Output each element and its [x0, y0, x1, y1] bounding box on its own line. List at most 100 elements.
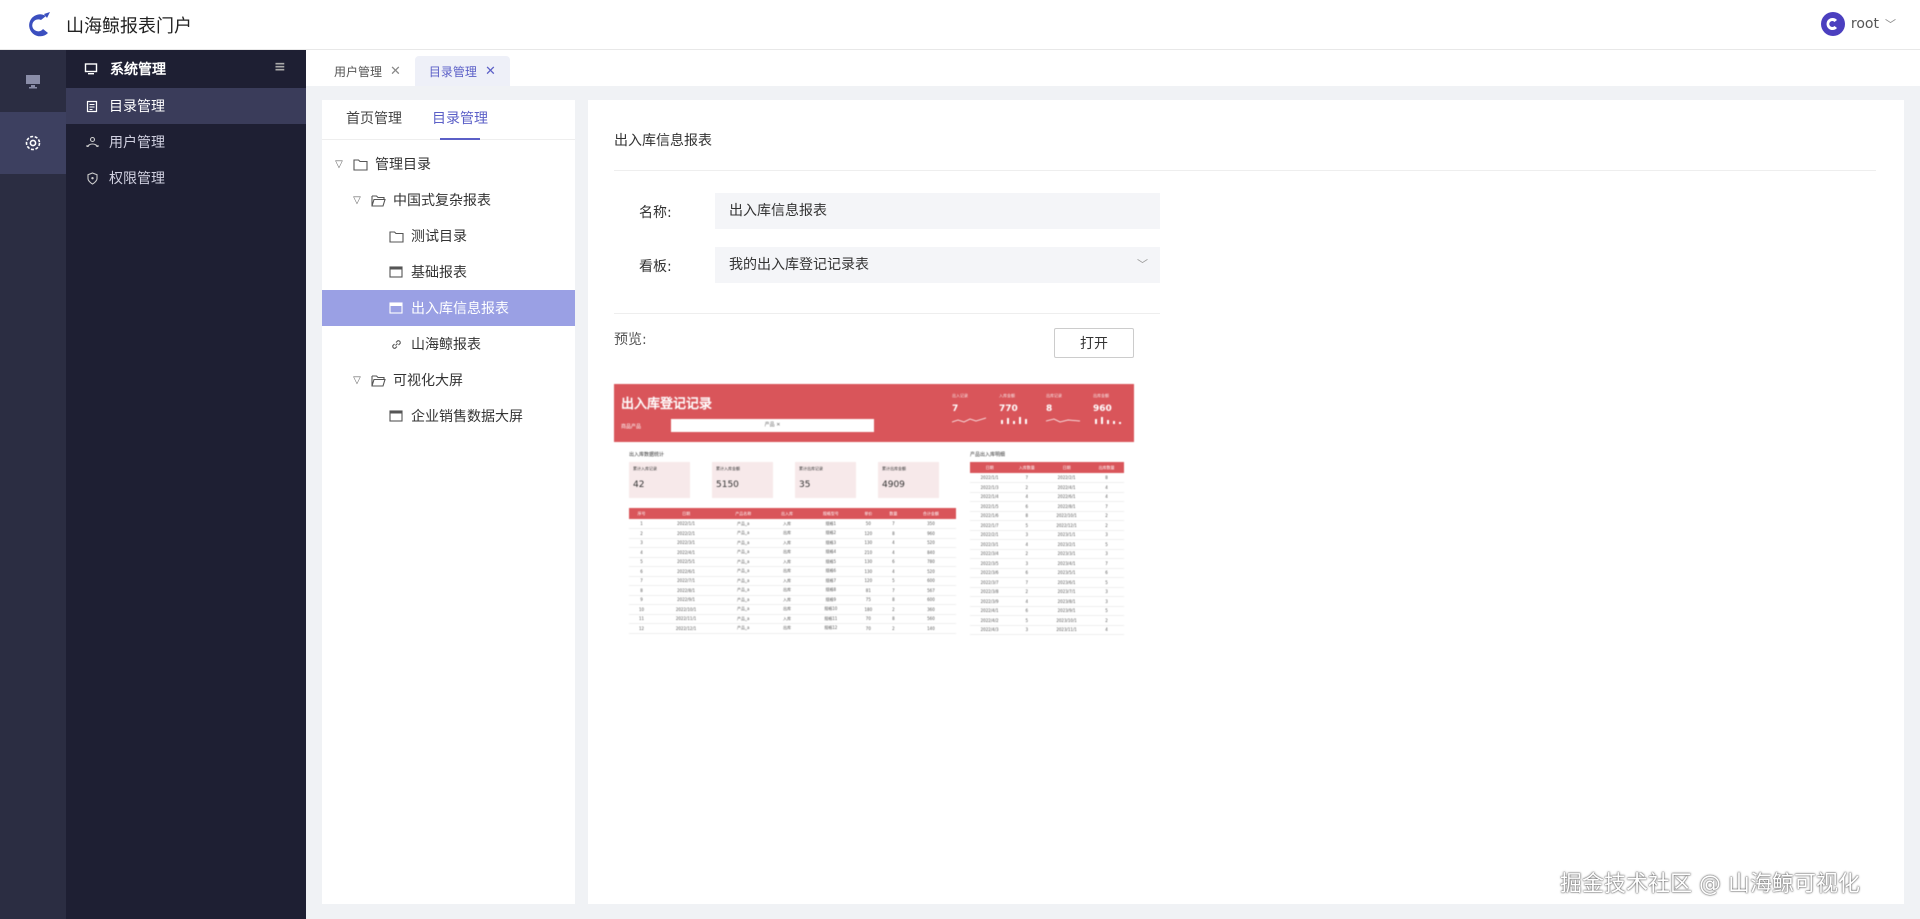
preview-kpi-card: 累计入库金额 5150 — [712, 462, 773, 498]
tree-panel: 首页管理 目录管理 ▽ 管理目录 ▽ 中国式复杂报表 测试目录 基础报表 出入库… — [322, 100, 575, 904]
tab-catalog[interactable]: 目录管理 — [432, 100, 488, 140]
table-row: 2022/3/8 2 2023/7/1 3 — [970, 587, 1124, 597]
table-row: 12 2022/12/1 产品_a 出库 规格12 70 2 140 — [629, 623, 956, 634]
tree-node-dashboards[interactable]: ▽ 可视化大屏 — [322, 362, 575, 398]
table-row: 8 2022/8/1 产品_a 出库 规格8 81 7 567 — [629, 585, 956, 596]
monitor-icon — [84, 63, 98, 75]
board-label: 看板: — [639, 259, 672, 275]
chevron-down-icon[interactable]: ▽ — [350, 375, 364, 386]
tree-node-inout-report[interactable]: 出入库信息报表 — [322, 290, 575, 326]
mini-bar-icon — [1095, 417, 1121, 424]
preview-stat: 出库记录 8 — [1046, 393, 1080, 424]
tree-node-label: 可视化大屏 — [393, 373, 463, 389]
preview-label: 预览: — [614, 332, 647, 348]
preview-filter-label: 商品产品 — [621, 424, 642, 430]
link-icon — [391, 339, 401, 349]
tree-node-shanhaijing-report[interactable]: 山海鲸报表 — [322, 326, 575, 362]
tab-label: 用户管理 — [334, 64, 383, 79]
tree-node-basic-report[interactable]: 基础报表 — [322, 254, 575, 290]
rail-monitor[interactable] — [0, 50, 66, 112]
table-row: 4 2022/4/1 产品_a 出库 规格4 210 4 840 — [629, 547, 956, 558]
app-title: 山海鲸报表门户 — [66, 15, 192, 37]
chevron-down-icon[interactable]: ▽ — [332, 159, 346, 170]
sidebar-group-label: 系统管理 — [110, 62, 166, 78]
close-icon[interactable]: ✕ — [485, 64, 496, 79]
report-icon — [389, 410, 403, 422]
watermark: 掘金技术社区 @ 山海鲸可视化 — [1560, 872, 1860, 897]
table-row: 2022/3/5 3 2023/4/1 7 — [970, 558, 1124, 569]
table-row: 2022/3/7 7 2023/6/1 5 — [970, 577, 1124, 588]
folder-open-icon — [370, 374, 386, 387]
detail-panel: 出入库信息报表 名称: 出入库信息报表 看板: 我的出入库登记记录表 ﹀ 预览:… — [588, 100, 1904, 904]
tree-tabs: 首页管理 目录管理 — [322, 100, 575, 140]
rail-settings[interactable] — [0, 112, 66, 174]
table-row: 2022/3/4 2 2023/3/1 3 — [970, 549, 1124, 559]
preview-title: 出入库登记记录 — [621, 397, 713, 412]
menu-collapse-icon[interactable]: ≡ — [274, 59, 286, 75]
tab-catalog-management[interactable]: 目录管理 ✕ — [414, 56, 510, 86]
gear-icon — [25, 135, 41, 151]
users-icon — [86, 136, 99, 147]
icon-rail — [0, 50, 66, 919]
sidebar-item-users[interactable]: 用户管理 — [66, 124, 306, 160]
monitor-icon — [26, 75, 40, 89]
table-row: 2022/1/7 5 2022/12/1 2 — [970, 520, 1124, 531]
name-field[interactable]: 出入库信息报表 — [715, 193, 1160, 229]
close-icon[interactable]: ✕ — [390, 64, 401, 79]
chevron-down-icon[interactable]: ▽ — [350, 195, 364, 206]
preview-record-table: 序号 日期 产品名称 出入库 规格型号 单价 数量 合计金额 1 2022/1/1 产品_a 入库 规格… — [629, 508, 956, 634]
open-button[interactable]: 打开 — [1054, 328, 1134, 358]
folder-icon — [352, 158, 368, 171]
tree-node-chinese-reports[interactable]: ▽ 中国式复杂报表 — [322, 182, 575, 218]
chevron-down-icon: ﹀ — [1885, 18, 1896, 31]
table-row: 2022/4/2 5 2023/10/1 2 — [970, 615, 1124, 626]
table-row: 3 2022/3/1 产品_a 入库 规格3 130 4 520 — [629, 538, 956, 548]
table-row: 2022/4/3 3 2023/11/1 4 — [970, 625, 1124, 635]
tree-node-label: 山海鲸报表 — [411, 337, 481, 353]
tab-home-management[interactable]: 首页管理 — [346, 100, 402, 139]
tree-node-label: 企业销售数据大屏 — [411, 409, 523, 425]
user-name: root — [1850, 16, 1879, 32]
tree-node-sales-dashboard[interactable]: 企业销售数据大屏 — [322, 398, 575, 434]
table-row: 2022/1/6 8 2022/10/1 2 — [970, 511, 1124, 521]
tree-node-test-dir[interactable]: 测试目录 — [322, 218, 575, 254]
top-header: 山海鲸报表门户 root ﹀ — [0, 0, 1920, 50]
board-select[interactable]: 我的出入库登记记录表 ﹀ — [715, 247, 1160, 283]
table-row: 2022/3/1 4 2023/2/1 5 — [970, 539, 1124, 550]
avatar — [1820, 12, 1845, 36]
report-preview[interactable]: 出入库登记记录 商品产品 产品 ✕ 出入记录 7 入库金额 770 出库记录 8… — [614, 384, 1134, 669]
sidebar-item-permissions[interactable]: 权限管理 — [66, 160, 306, 196]
preview-detail-table: 日期 入库数量 日期 出库数量 2022/1/1 7 2022/2/1 8 2022/1/3 2 2… — [970, 462, 1124, 635]
table-row: 7 2022/7/1 产品_a 入库 规格7 120 5 600 — [629, 576, 956, 586]
table-header-row: 序号 日期 产品名称 出入库 规格型号 单价 数量 合计金额 — [629, 508, 956, 519]
tab-user-management[interactable]: 用户管理 ✕ — [320, 56, 415, 86]
table-row: 2022/4/1 6 2023/9/1 5 — [970, 606, 1124, 616]
divider — [614, 170, 1876, 171]
tree-node-label: 管理目录 — [375, 157, 431, 173]
table-header-row: 日期 入库数量 日期 出库数量 — [970, 462, 1124, 473]
table-row: 10 2022/10/1 产品_a 出库 规格10 180 2 360 — [629, 604, 956, 615]
tree-node-label: 基础报表 — [411, 265, 467, 281]
sidebar: 系统管理 ≡ 目录管理 用户管理 权限管理 — [66, 50, 306, 919]
shield-icon — [87, 171, 98, 185]
name-field-value: 出入库信息报表 — [729, 203, 827, 219]
sidebar-item-label: 用户管理 — [109, 135, 165, 151]
sidebar-group-header[interactable]: 系统管理 ≡ — [66, 50, 306, 88]
preview-stat: 入库金额 770 — [999, 393, 1033, 424]
user-menu[interactable]: root ﹀ — [1820, 12, 1896, 36]
sparkline-icon — [1046, 418, 1080, 423]
table-row: 2022/2/1 3 2023/1/1 3 — [970, 530, 1124, 540]
table-row: 1 2022/1/1 产品_a 入库 规格1 50 7 350 — [629, 519, 956, 529]
chevron-down-icon: ﹀ — [1137, 258, 1148, 271]
tree-node-root[interactable]: ▽ 管理目录 — [322, 146, 575, 182]
preview-stat: 出库金额 960 — [1093, 393, 1127, 424]
preview-section-title: 产品出入库明细 — [970, 452, 1006, 458]
preview-filter: 产品 ✕ — [671, 419, 874, 432]
table-row: 6 2022/6/1 产品_a 出库 规格6 130 4 520 — [629, 566, 956, 577]
folder-open-icon — [370, 194, 386, 207]
table-row: 2 2022/2/1 产品_a 出库 规格2 120 8 960 — [629, 528, 956, 539]
divider — [614, 313, 1160, 314]
sidebar-item-catalog[interactable]: 目录管理 — [66, 88, 306, 124]
preview-header: 出入库登记记录 商品产品 产品 ✕ 出入记录 7 入库金额 770 出库记录 8… — [614, 384, 1134, 442]
logo-icon — [29, 11, 50, 36]
